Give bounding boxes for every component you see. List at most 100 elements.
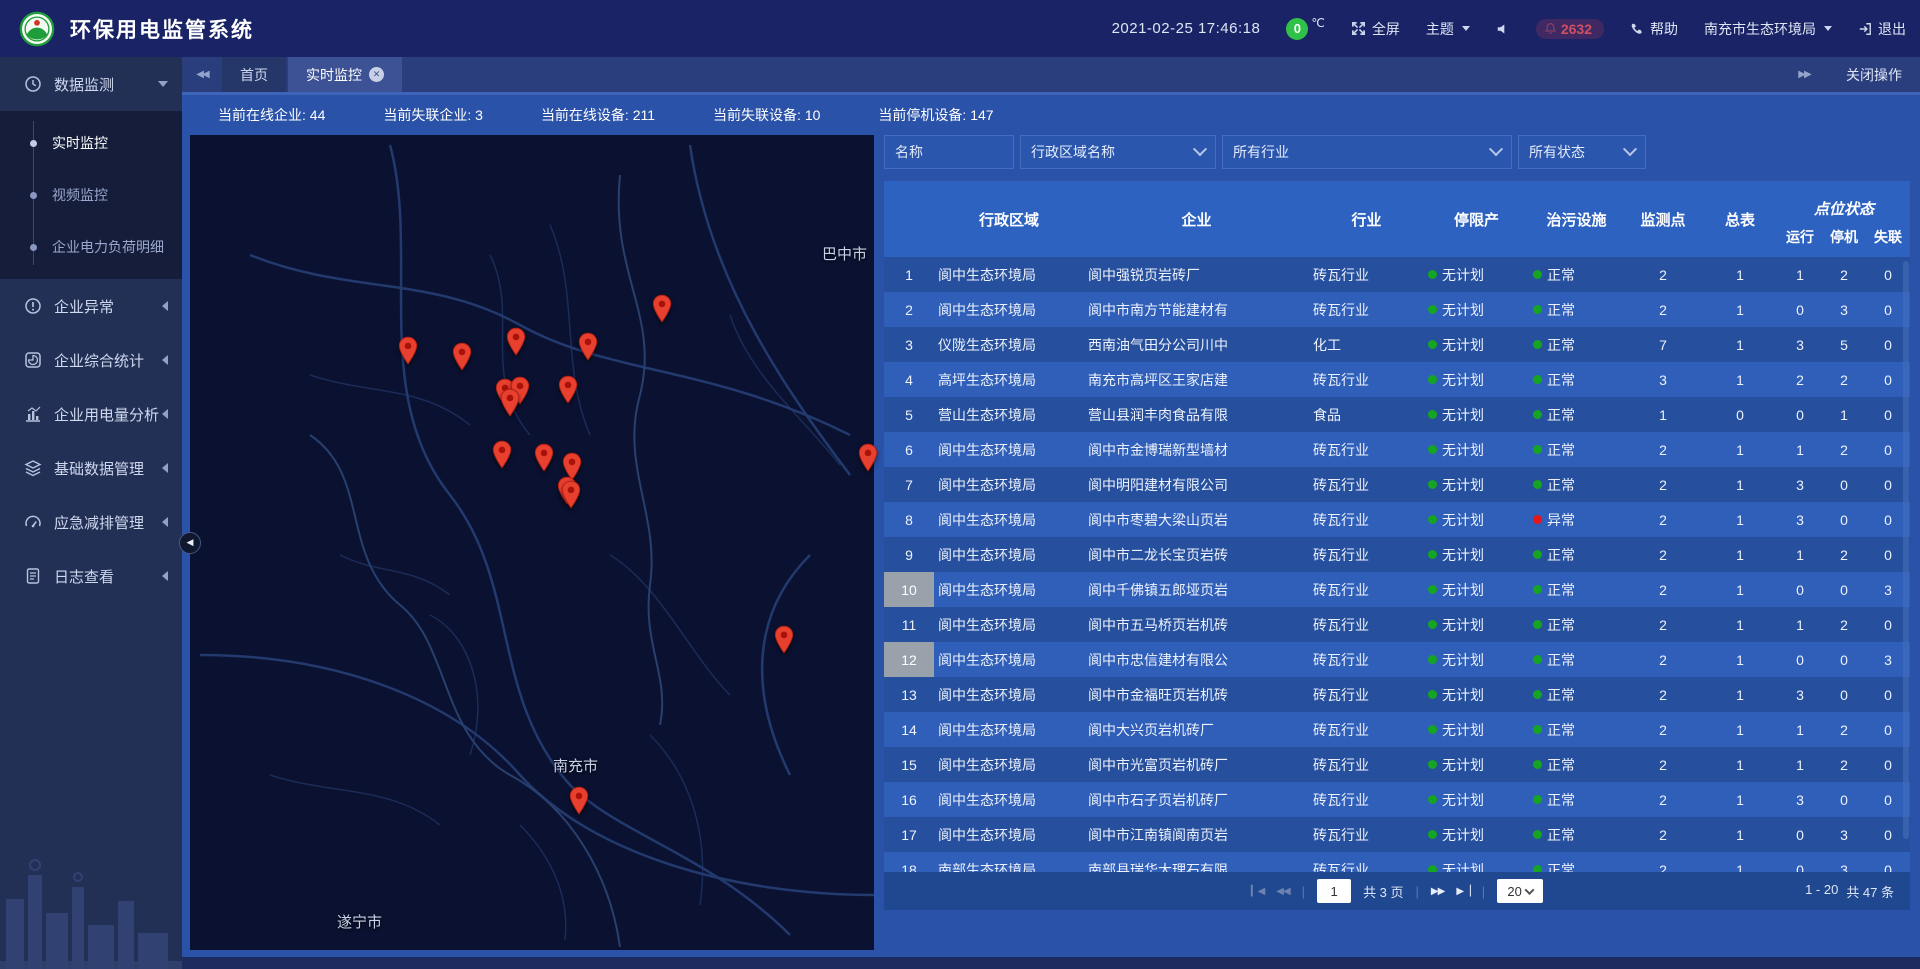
cell-company: 阆中市石子页岩机砖厂 xyxy=(1084,782,1309,817)
tab-home-label: 首页 xyxy=(240,65,268,85)
tab-realtime-monitor[interactable]: 实时监控 ✕ xyxy=(288,57,402,92)
cell-treatment: 正常 xyxy=(1529,327,1624,362)
cell-stop-production: 无计划 xyxy=(1424,677,1529,712)
table-row[interactable]: 16 阆中生态环境局 阆中市石子页岩机砖厂 砖瓦行业 无计划 正常 2 1 3 … xyxy=(884,782,1910,817)
table-row[interactable]: 13 阆中生态环境局 阆中市金福旺页岩机砖 砖瓦行业 无计划 正常 2 1 3 … xyxy=(884,677,1910,712)
sidebar-group-3[interactable]: 企业用电量分析 xyxy=(0,387,182,441)
region-select-value: 行政区域名称 xyxy=(1031,142,1195,162)
stat-item: 当前在线设备: 211 xyxy=(541,105,655,125)
sidebar-item-0-0[interactable]: 实时监控 xyxy=(0,117,182,169)
status-dot-green xyxy=(1428,270,1437,279)
notifications-count: 2632 xyxy=(1561,21,1592,37)
map-pin[interactable] xyxy=(491,440,513,470)
table-row[interactable]: 5 营山生态环境局 营山县润丰肉食品有限 食品 无计划 正常 1 0 0 1 0 xyxy=(884,397,1910,432)
table-row[interactable]: 14 阆中生态环境局 阆中大兴页岩机砖厂 砖瓦行业 无计划 正常 2 1 1 2… xyxy=(884,712,1910,747)
table-row[interactable]: 7 阆中生态环境局 阆中明阳建材有限公司 砖瓦行业 无计划 正常 2 1 3 0… xyxy=(884,467,1910,502)
prev-page-button[interactable]: ◀◀ xyxy=(1276,886,1289,897)
table-body: 1 阆中生态环境局 阆中强锐页岩砖厂 砖瓦行业 无计划 正常 2 1 1 2 0… xyxy=(884,257,1910,872)
status-dot-green xyxy=(1428,445,1437,454)
map-pin[interactable] xyxy=(397,336,419,366)
col-monitor-points: 监测点 xyxy=(1624,181,1702,257)
notifications-badge[interactable]: 2632 xyxy=(1536,19,1604,39)
status-select[interactable]: 所有状态 xyxy=(1518,135,1646,169)
map-collapse-toggle[interactable]: ◀ xyxy=(179,532,201,554)
table-row[interactable]: 15 阆中生态环境局 阆中市光富页岩机砖厂 砖瓦行业 无计划 正常 2 1 1 … xyxy=(884,747,1910,782)
stat-label: 当前失联企业: xyxy=(383,107,475,123)
sidebar-item-0-1[interactable]: 视频监控 xyxy=(0,169,182,221)
tabs-scroll-right-button[interactable]: ▶▶ xyxy=(1784,69,1824,80)
page-size-select[interactable]: 20 xyxy=(1497,879,1543,903)
last-page-button[interactable]: ▶▕ xyxy=(1456,886,1469,897)
mute-button[interactable] xyxy=(1496,22,1510,36)
cell-running: 0 xyxy=(1778,572,1822,607)
map-panel[interactable]: ◀ 巴中市南充市遂宁市 xyxy=(190,135,874,950)
map-pin[interactable] xyxy=(557,375,579,405)
name-search-input[interactable] xyxy=(884,135,1014,169)
cell-industry: 砖瓦行业 xyxy=(1309,817,1424,852)
sidebar-group-5[interactable]: 应急减排管理 xyxy=(0,495,182,549)
sidebar-item-0-2[interactable]: 企业电力负荷明细 xyxy=(0,221,182,273)
table-row[interactable]: 12 阆中生态环境局 阆中市忠信建材有限公 砖瓦行业 无计划 正常 2 1 0 … xyxy=(884,642,1910,677)
col-region: 行政区域 xyxy=(934,181,1084,257)
fullscreen-button[interactable]: 全屏 xyxy=(1351,19,1400,39)
close-icon[interactable]: ✕ xyxy=(369,67,384,82)
table-row[interactable]: 4 高坪生态环境局 南充市高坪区王家店建 砖瓦行业 无计划 正常 3 1 2 2… xyxy=(884,362,1910,397)
cell-index: 16 xyxy=(884,782,934,817)
map-pin[interactable] xyxy=(773,625,795,655)
cell-total-meter: 1 xyxy=(1702,782,1778,817)
map-pin[interactable] xyxy=(577,332,599,362)
close-operations-button[interactable]: 关闭操作 xyxy=(1846,65,1902,85)
industry-select[interactable]: 所有行业 xyxy=(1222,135,1512,169)
cell-running: 1 xyxy=(1778,537,1822,572)
fullscreen-icon xyxy=(1351,21,1366,36)
map-pin[interactable] xyxy=(857,443,879,473)
sidebar-group-6[interactable]: 日志查看 xyxy=(0,549,182,603)
range-label: 1 - 20 xyxy=(1805,882,1838,901)
map-pin[interactable] xyxy=(499,388,521,418)
table-row[interactable]: 6 阆中生态环境局 阆中市金博瑞新型墙材 砖瓦行业 无计划 正常 2 1 1 2… xyxy=(884,432,1910,467)
table-row[interactable]: 2 阆中生态环境局 阆中市南方节能建材有 砖瓦行业 无计划 正常 2 1 0 3… xyxy=(884,292,1910,327)
table-row[interactable]: 11 阆中生态环境局 阆中市五马桥页岩机砖 砖瓦行业 无计划 正常 2 1 1 … xyxy=(884,607,1910,642)
logout-button[interactable]: 退出 xyxy=(1858,19,1906,39)
status-dot-green xyxy=(1428,690,1437,699)
cell-index: 1 xyxy=(884,257,934,292)
cell-stop-production: 无计划 xyxy=(1424,432,1529,467)
cell-stop-production: 无计划 xyxy=(1424,852,1529,872)
cell-index: 10 xyxy=(884,572,934,607)
pagination-bar: ▎◀ ◀◀ | 1 共 3 页 | ▶▶ ▶▕ | xyxy=(884,872,1910,910)
sidebar-group-2[interactable]: 企业综合统计 xyxy=(0,333,182,387)
first-page-button[interactable]: ▎◀ xyxy=(1251,886,1264,897)
table-row[interactable]: 3 仪陇生态环境局 西南油气田分公司川中 化工 无计划 正常 7 1 3 5 0 xyxy=(884,327,1910,362)
org-dropdown[interactable]: 南充市生态环境局 xyxy=(1704,19,1832,39)
table-row[interactable]: 8 阆中生态环境局 阆中市枣碧大梁山页岩 砖瓦行业 无计划 异常 2 1 3 0… xyxy=(884,502,1910,537)
map-pin[interactable] xyxy=(651,294,673,324)
table-row[interactable]: 17 阆中生态环境局 阆中市江南镇阆南页岩 砖瓦行业 无计划 正常 2 1 0 … xyxy=(884,817,1910,852)
table-row[interactable]: 1 阆中生态环境局 阆中强锐页岩砖厂 砖瓦行业 无计划 正常 2 1 1 2 0 xyxy=(884,257,1910,292)
cell-index: 18 xyxy=(884,852,934,872)
table-row[interactable]: 18 南部生态环境局 南部县瑞华大理石有限 砖瓦行业 无计划 正常 2 1 0 … xyxy=(884,852,1910,872)
sidebar-group-1[interactable]: 企业异常 xyxy=(0,279,182,333)
table-rows-viewport: 1 阆中生态环境局 阆中强锐页岩砖厂 砖瓦行业 无计划 正常 2 1 1 2 0… xyxy=(884,257,1910,872)
map-pin[interactable] xyxy=(451,342,473,372)
sidebar-group-0[interactable]: 数据监测 xyxy=(0,57,182,111)
region-select[interactable]: 行政区域名称 xyxy=(1020,135,1216,169)
theme-dropdown[interactable]: 主题 xyxy=(1426,19,1470,39)
scrollbar-thumb[interactable] xyxy=(1903,261,1909,839)
status-dot xyxy=(1533,690,1542,699)
next-page-button[interactable]: ▶▶ xyxy=(1431,886,1444,897)
cell-shutdown: 3 xyxy=(1822,292,1866,327)
map-pin[interactable] xyxy=(505,327,527,357)
cell-shutdown: 2 xyxy=(1822,257,1866,292)
tabs-scroll-left-button[interactable]: ◀◀ xyxy=(182,57,222,92)
cell-treatment: 正常 xyxy=(1529,782,1624,817)
table-row[interactable]: 9 阆中生态环境局 阆中市二龙长宝页岩砖 砖瓦行业 无计划 正常 2 1 1 2… xyxy=(884,537,1910,572)
tab-home[interactable]: 首页 xyxy=(222,57,286,92)
page-number-input[interactable]: 1 xyxy=(1317,879,1351,903)
map-pin[interactable] xyxy=(560,480,582,510)
table-row[interactable]: 10 阆中生态环境局 阆中千佛镇五郎垭页岩 砖瓦行业 无计划 正常 2 1 0 … xyxy=(884,572,1910,607)
sidebar-group-4[interactable]: 基础数据管理 xyxy=(0,441,182,495)
map-pin[interactable] xyxy=(568,786,590,816)
map-pin[interactable] xyxy=(533,443,555,473)
org-label: 南充市生态环境局 xyxy=(1704,19,1816,39)
help-button[interactable]: 帮助 xyxy=(1630,19,1678,39)
